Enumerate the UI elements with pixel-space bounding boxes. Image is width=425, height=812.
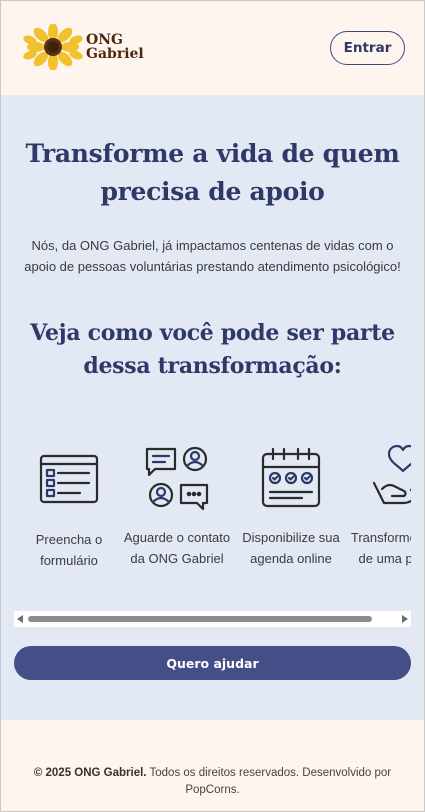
footer-rights: Todos os direitos reservados. Desenvolvi… [146, 767, 392, 796]
footer-brand: © 2025 ONG Gabriel. [33, 767, 147, 779]
form-icon [39, 454, 99, 504]
scroll-right-arrow-icon[interactable] [402, 615, 408, 623]
steps-track: Preencha o formulário Aguarde o contato … [14, 445, 411, 610]
step-label: Aguarde o contato da ONG Gabriel [123, 530, 231, 566]
logo[interactable]: ONG Gabriel [22, 24, 144, 70]
step-item: Disponibilize sua agenda online [236, 445, 346, 569]
heart-hand-icon [372, 445, 411, 505]
calendar-icon [261, 447, 321, 508]
contact-chat-icon [145, 446, 209, 511]
hero-description: Nós, da ONG Gabriel, já impactamos cente… [24, 238, 401, 274]
help-cta-button[interactable]: Quero ajudar [14, 646, 411, 680]
sunflower-logo-icon [23, 24, 83, 70]
scroll-left-arrow-icon[interactable] [17, 615, 23, 623]
login-button[interactable]: Entrar [330, 31, 405, 65]
logo-text: ONG Gabriel [86, 33, 144, 61]
hero-title: Transforme a vida de quem precisa de apo… [25, 139, 400, 206]
steps-scrollbar[interactable] [14, 611, 411, 627]
step-label: Preencha o formulário [35, 532, 103, 568]
step-item: Transforme a vida de uma pessoa [348, 445, 411, 569]
step-label: Transforme a vida de uma pessoa [350, 530, 411, 566]
logo-line-2: Gabriel [86, 46, 144, 62]
step-item: Preencha o formulário [14, 445, 124, 571]
footer-text: © 2025 ONG Gabriel. Todos os direitos re… [0, 765, 425, 799]
steps-carousel[interactable]: Preencha o formulário Aguarde o contato … [14, 445, 411, 610]
step-label: Disponibilize sua agenda online [242, 530, 340, 566]
logo-line-1: ONG [86, 32, 123, 48]
main-content: Transforme a vida de quem precisa de apo… [0, 95, 425, 720]
step-item: Aguarde o contato da ONG Gabriel [122, 445, 232, 569]
site-footer: © 2025 ONG Gabriel. Todos os direitos re… [0, 720, 425, 812]
steps-section-title: Veja como você pode ser parte dessa tran… [30, 320, 395, 379]
site-header: ONG Gabriel Entrar [0, 0, 425, 95]
scrollbar-thumb[interactable] [28, 616, 372, 622]
